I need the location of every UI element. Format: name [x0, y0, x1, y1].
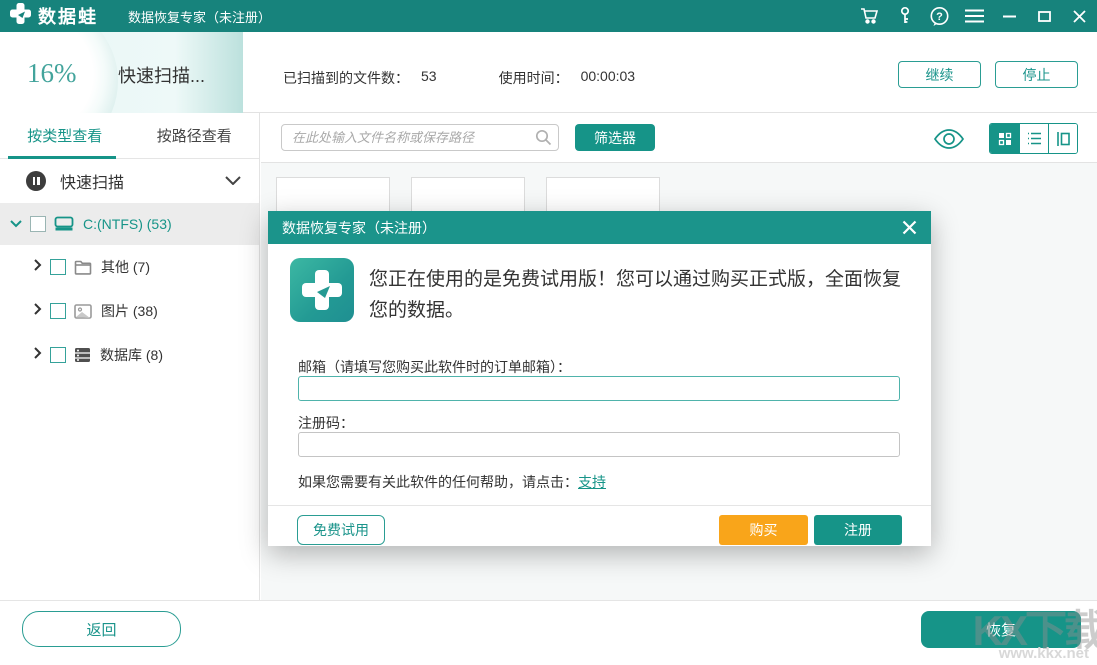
search-box [281, 124, 559, 151]
pause-icon[interactable] [26, 171, 46, 191]
content-toolbar: 筛选器 [261, 113, 1097, 163]
stop-button[interactable]: 停止 [995, 61, 1078, 88]
registration-code-field[interactable] [298, 432, 900, 457]
help-icon[interactable]: ? [922, 0, 957, 32]
tree-item-drive-c[interactable]: C:(NTFS) (53) [0, 203, 259, 245]
dialog-footer: 免费试用 购买 注册 [268, 505, 931, 546]
scan-status-bar: 16% 快速扫描... 已扫描到的文件数： 53 使用时间： 00:00:03 … [0, 32, 1097, 113]
scan-status-text: 快速扫描... [118, 62, 205, 88]
menu-icon[interactable] [957, 0, 992, 32]
trial-message: 您正在使用的是免费试用版！您可以通过购买正式版，全面恢复您的数据。 [369, 264, 909, 327]
scan-stats: 已扫描到的文件数： 53 使用时间： 00:00:03 [283, 68, 635, 88]
view-mode-group [989, 123, 1078, 154]
files-scanned-label: 已扫描到的文件数： [283, 68, 409, 88]
sidebar-tabs: 按类型查看 按路径查看 [0, 113, 259, 159]
chevron-down-icon[interactable] [10, 215, 22, 233]
sidebar: 按类型查看 按路径查看 快速扫描 C:(NTFS) (53) [0, 113, 260, 600]
drive-icon [54, 216, 74, 232]
recover-button[interactable]: 恢复 [921, 611, 1081, 648]
register-button[interactable]: 注册 [814, 515, 902, 545]
checkbox[interactable] [50, 259, 66, 275]
tree-item-others[interactable]: 其他 (7) [0, 245, 259, 289]
help-line: 如果您需要有关此软件的任何帮助，请点击：支持 [298, 472, 606, 492]
dialog-close-icon[interactable] [902, 220, 917, 235]
tree-item-images[interactable]: 图片 (38) [0, 289, 259, 333]
scan-progress-panel: 16% 快速扫描... [0, 32, 243, 113]
email-field[interactable] [298, 376, 900, 401]
checkbox[interactable] [50, 347, 66, 363]
tab-view-by-path[interactable]: 按路径查看 [130, 113, 260, 158]
free-trial-button[interactable]: 免费试用 [297, 515, 385, 545]
dialog-title: 数据恢复专家（未注册） [282, 218, 436, 238]
app-badge-icon [290, 258, 354, 322]
svg-text:?: ? [936, 11, 943, 23]
app-logo: 数据蛙 [0, 2, 98, 30]
quick-scan-row[interactable]: 快速扫描 [0, 159, 259, 203]
maximize-button[interactable] [1027, 0, 1062, 32]
datafrog-cross-icon [9, 2, 32, 30]
dialog-header: 数据恢复专家（未注册） [268, 211, 931, 244]
app-window: 数据蛙 数据恢复专家（未注册） ? [0, 0, 1097, 665]
database-icon [74, 347, 91, 363]
tree-item-label: 数据库 (8) [100, 345, 163, 365]
chevron-right-icon[interactable] [34, 346, 42, 364]
code-label: 注册码： [298, 413, 354, 433]
progress-percent: 16% [27, 58, 77, 89]
grid-view-icon[interactable] [990, 124, 1019, 153]
search-input[interactable] [281, 124, 559, 151]
checkbox[interactable] [30, 216, 46, 232]
search-icon [535, 129, 552, 151]
minimize-button[interactable] [992, 0, 1027, 32]
chevron-down-icon[interactable] [225, 172, 241, 190]
chevron-right-icon[interactable] [34, 258, 42, 276]
support-link[interactable]: 支持 [578, 474, 606, 490]
folder-icon [74, 260, 92, 275]
column-view-icon[interactable] [1048, 124, 1077, 153]
list-view-icon[interactable] [1019, 124, 1048, 153]
files-scanned-count: 53 [421, 68, 437, 88]
title-bar: 数据蛙 数据恢复专家（未注册） ? [0, 0, 1097, 32]
elapsed-time-value: 00:00:03 [581, 68, 636, 88]
close-button[interactable] [1062, 0, 1097, 32]
help-text: 如果您需要有关此软件的任何帮助，请点击： [298, 474, 578, 490]
brand-name: 数据蛙 [38, 3, 98, 29]
back-button[interactable]: 返回 [22, 611, 181, 647]
window-title: 数据恢复专家（未注册） [128, 7, 271, 26]
registration-dialog: 数据恢复专家（未注册） 您正在使用的是免费试用版！您可以通过购买正式版，全面恢复… [268, 211, 931, 546]
key-icon[interactable] [887, 0, 922, 32]
email-label: 邮箱（请填写您购买此软件时的订单邮箱）： [298, 357, 571, 377]
buy-button[interactable]: 购买 [719, 515, 808, 545]
tree-item-label: C:(NTFS) (53) [83, 216, 172, 232]
eye-preview-icon[interactable] [933, 128, 965, 150]
image-icon [74, 304, 92, 319]
bottom-bar: 返回 恢复 KX下载 www.kkx.net [0, 600, 1097, 665]
tree-item-database[interactable]: 数据库 (8) [0, 333, 259, 377]
chevron-right-icon[interactable] [34, 302, 42, 320]
checkbox[interactable] [50, 303, 66, 319]
dialog-body: 您正在使用的是免费试用版！您可以通过购买正式版，全面恢复您的数据。 邮箱（请填写… [268, 244, 931, 505]
tree-item-label: 图片 (38) [101, 301, 158, 321]
tree-item-label: 其他 (7) [101, 257, 150, 277]
quick-scan-label: 快速扫描 [60, 169, 124, 193]
filter-button[interactable]: 筛选器 [575, 124, 655, 151]
elapsed-time-label: 使用时间： [499, 68, 569, 88]
cart-icon[interactable] [852, 0, 887, 32]
tab-view-by-type[interactable]: 按类型查看 [0, 113, 130, 158]
continue-button[interactable]: 继续 [898, 61, 981, 88]
